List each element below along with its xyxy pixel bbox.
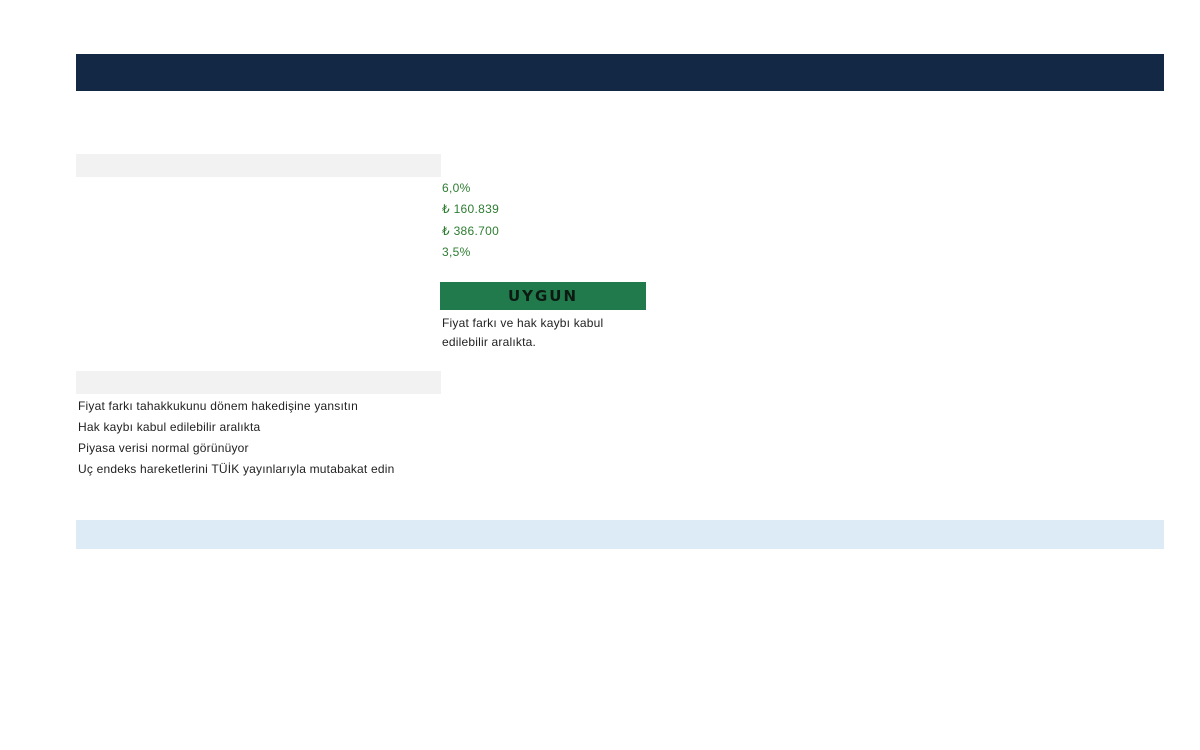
loss-ratio-value: 3,5% [442,245,471,259]
status-badge: UYGUN [440,282,646,310]
results-section-header [76,154,441,177]
list-item: Piyasa verisi normal görünüyor [78,441,249,455]
list-item: Hak kaybı kabul edilebilir aralıkta [78,420,261,434]
spreadsheet-report: 6,0% ₺ 160.839 ₺ 386.700 3,5% UYGUN Fiya… [0,0,1200,750]
status-note: Fiyat farkı ve hak kaybı kabul edilebili… [442,316,604,349]
status-label: UYGUN [507,287,579,305]
action-list: Fiyat farkı tahakkukunu dönem hakedişine… [78,396,394,480]
list-item: Uç endeks hareketlerini TÜİK yayınlarıyl… [78,462,395,476]
header-bar [76,54,1164,91]
actions-section-header [76,371,441,394]
list-item: Fiyat farkı tahakkukunu dönem hakedişine… [78,399,358,413]
amount-value: ₺ 386.700 [442,224,500,238]
footer-bar [76,520,1164,549]
rate-value: 6,0% [442,181,471,195]
price-difference-value: ₺ 160.839 [442,202,500,216]
